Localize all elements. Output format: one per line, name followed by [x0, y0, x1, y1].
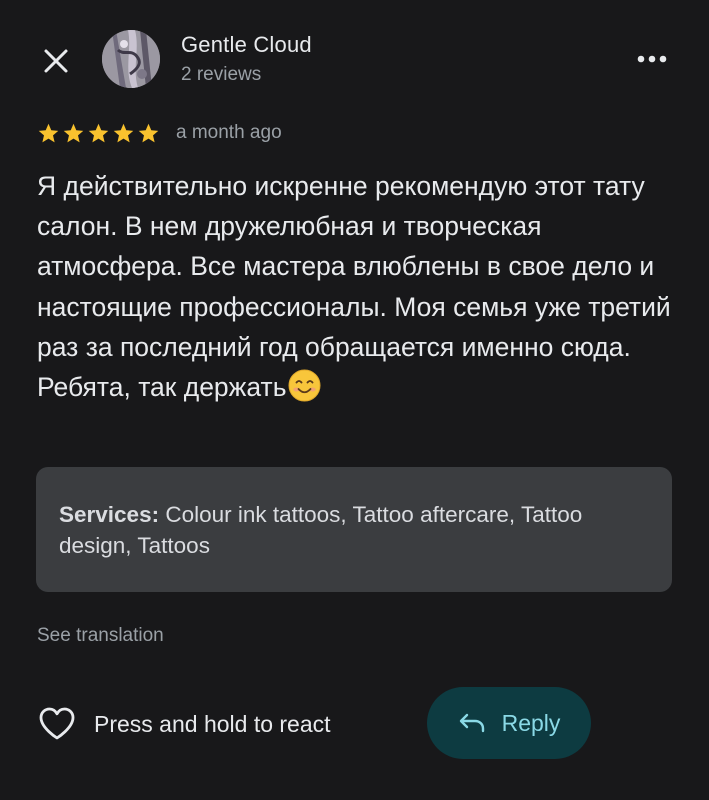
star-icon	[88, 123, 109, 142]
reply-arrow-icon	[459, 713, 484, 733]
avatar[interactable]	[102, 30, 160, 88]
heart-icon	[39, 707, 75, 740]
react-label: Press and hold to react	[94, 710, 331, 737]
rating-row: a month ago	[37, 118, 282, 148]
smiling-face-emoji	[288, 369, 320, 402]
more-vert-icon	[637, 55, 667, 63]
star-rating	[37, 122, 160, 145]
close-icon	[44, 49, 68, 73]
services-text: Services: Colour ink tattoos, Tattoo aft…	[59, 499, 649, 561]
star-icon	[113, 123, 134, 142]
review-text: Я действительно искренне рекомендую этот…	[37, 166, 677, 407]
author-review-count: 2 reviews	[181, 64, 262, 85]
reply-button[interactable]: Reply	[427, 687, 591, 759]
reply-label: Reply	[501, 709, 561, 736]
services-box: Services: Colour ink tattoos, Tattoo aft…	[36, 467, 672, 592]
close-button[interactable]	[38, 43, 74, 79]
star-icon	[63, 123, 84, 142]
review-time: a month ago	[176, 122, 282, 143]
more-options-button[interactable]	[630, 44, 674, 74]
star-icon	[38, 123, 59, 142]
author-name[interactable]: Gentle Cloud	[181, 32, 312, 58]
review-header: Gentle Cloud 2 reviews	[0, 0, 709, 110]
react-button[interactable]: Press and hold to react	[36, 700, 331, 748]
star-icon	[138, 123, 159, 142]
see-translation-link[interactable]: See translation	[37, 625, 164, 647]
services-label: Services:	[59, 502, 160, 527]
review-body: Я действительно искренне рекомендую этот…	[37, 171, 671, 403]
avatar-image	[102, 30, 160, 88]
